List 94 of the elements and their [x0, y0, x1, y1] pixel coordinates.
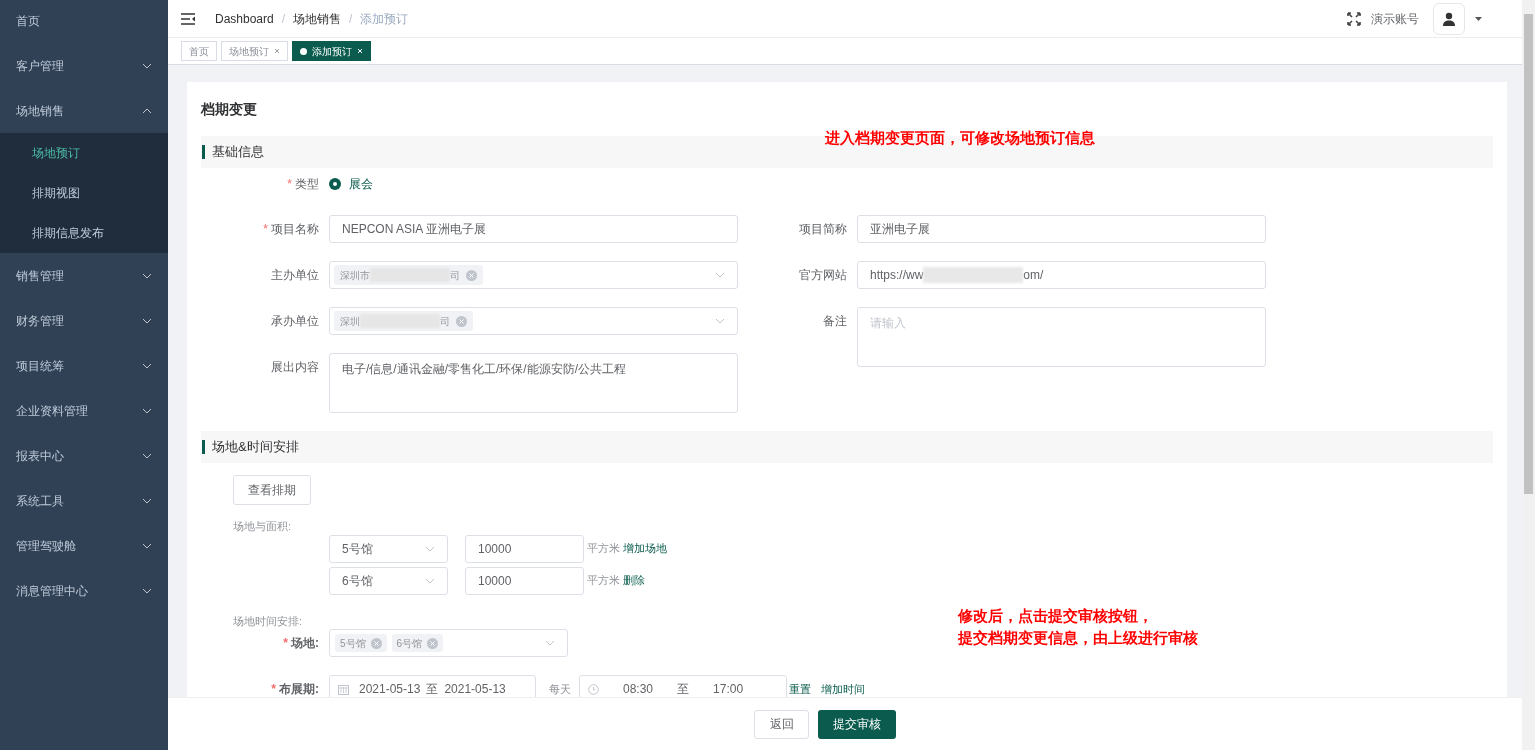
- date-value: 2021-05-13: [359, 681, 421, 697]
- field-label: 项目简称: [799, 221, 847, 238]
- back-button[interactable]: 返回: [754, 709, 809, 739]
- sidebar-item[interactable]: 场地销售: [0, 88, 168, 133]
- tag-text: 5号馆: [340, 636, 366, 651]
- sidebar-item[interactable]: 企业资料管理: [0, 388, 168, 433]
- text-area[interactable]: 电子/信息/通讯金融/零售化工/环保/能源安防/公共工程: [329, 353, 738, 413]
- text-input[interactable]: NEPCON ASIA 亚洲电子展: [329, 215, 738, 243]
- required-mark: *: [271, 681, 276, 697]
- field-label: 场地:: [291, 635, 319, 652]
- required-mark: *: [287, 176, 292, 193]
- number-input[interactable]: 10000: [465, 534, 584, 563]
- tag-text: 深圳: [340, 314, 360, 329]
- field-label: 承办单位: [271, 313, 319, 330]
- radio-label: 展会: [349, 176, 373, 193]
- section-marker: [202, 440, 205, 454]
- avatar-button[interactable]: [1433, 2, 1465, 35]
- select-field[interactable]: 5号馆: [329, 534, 448, 563]
- text-input[interactable]: 亚洲电子展: [857, 215, 1266, 243]
- tag-text: 深圳市: [340, 268, 370, 283]
- action-link[interactable]: 增加时间: [821, 680, 865, 697]
- sidebar-item[interactable]: 项目统筹: [0, 343, 168, 388]
- breadcrumb-separator: /: [281, 10, 286, 28]
- unit-label: 平方米: [587, 573, 620, 589]
- sidebar-subitem[interactable]: 场地预订: [0, 133, 168, 173]
- date-value: 2021-05-13: [444, 681, 506, 697]
- daily-label: 每天: [549, 681, 571, 697]
- breadcrumb-separator: /: [349, 10, 353, 28]
- clock-icon: [588, 683, 599, 695]
- chevron-down-icon: [715, 318, 725, 324]
- radio-button[interactable]: [329, 178, 341, 190]
- field-label: 主办单位: [271, 267, 319, 284]
- sidebar-item[interactable]: 客户管理: [0, 43, 168, 88]
- annotation-text: 进入档期变更页面，可修改场地预订信息: [825, 129, 1095, 148]
- chevron-down-icon: [715, 272, 725, 278]
- chevron-down-icon: [545, 640, 555, 646]
- field-label: 类型: [295, 176, 319, 193]
- field-label: 布展期:: [279, 681, 319, 697]
- breadcrumb-item: 添加预订: [360, 10, 409, 28]
- caret-icon[interactable]: [1475, 16, 1482, 21]
- number-input[interactable]: 10000: [465, 566, 584, 595]
- select-field[interactable]: 6号馆: [329, 566, 448, 595]
- annotation-text: 修改后，点击提交审核按钮， 提交档期变更信息，由上级进行审核: [958, 607, 1198, 648]
- sidebar-subitem[interactable]: 排期信息发布: [0, 213, 168, 253]
- sidebar-item[interactable]: 销售管理: [0, 253, 168, 298]
- user-icon: [1442, 11, 1456, 26]
- submit-button[interactable]: 提交审核: [818, 709, 896, 739]
- text-input[interactable]: https://ww om/: [857, 261, 1266, 289]
- required-mark: *: [263, 221, 268, 238]
- tag-text: 司: [440, 314, 450, 329]
- sidebar-item[interactable]: 报表中心: [0, 433, 168, 478]
- view-schedule-button[interactable]: 查看排期: [233, 475, 311, 505]
- action-link[interactable]: 增加场地: [623, 540, 667, 557]
- action-link[interactable]: 重置: [789, 680, 811, 697]
- sidebar-subitem[interactable]: 排期视图: [0, 173, 168, 213]
- menu-icon[interactable]: [181, 12, 195, 25]
- sidebar-item[interactable]: 管理驾驶舱: [0, 523, 168, 568]
- range-separator: 至: [677, 681, 690, 697]
- sidebar-item[interactable]: 首页: [0, 0, 168, 43]
- tab[interactable]: 首页: [181, 41, 217, 61]
- tag-text: 6号馆: [396, 636, 423, 651]
- scrollbar[interactable]: [1522, 0, 1535, 750]
- fullscreen-icon[interactable]: [1347, 11, 1361, 26]
- required-mark: *: [283, 635, 288, 652]
- group-label: 场地与面积:: [233, 519, 292, 534]
- field-label: 项目名称: [271, 221, 319, 238]
- chevron-down-icon: [425, 545, 435, 552]
- range-separator: 至: [426, 681, 439, 697]
- field-label: 备注: [823, 313, 847, 330]
- section-marker: [202, 145, 205, 159]
- tag-text: 司: [450, 268, 460, 283]
- field-label: 官方网站: [799, 267, 847, 284]
- input-value: https://ww: [870, 267, 924, 284]
- group-label: 场地时间安排:: [233, 613, 303, 629]
- sidebar-item[interactable]: 系统工具: [0, 478, 168, 523]
- action-link[interactable]: 删除: [623, 572, 645, 589]
- unit-label: 平方米: [587, 541, 620, 557]
- page-title: 档期变更: [201, 100, 258, 119]
- sidebar-item[interactable]: 消息管理中心: [0, 568, 168, 613]
- input-value: om/: [1023, 267, 1044, 284]
- sidebar-item[interactable]: 财务管理: [0, 298, 168, 343]
- account-name[interactable]: 演示账号: [1371, 9, 1419, 28]
- calendar-icon: [338, 683, 349, 695]
- breadcrumb-item[interactable]: 场地销售: [293, 9, 342, 28]
- time-value: 17:00: [713, 681, 744, 697]
- time-value: 08:30: [623, 681, 654, 697]
- section-title: 场地&时间安排: [212, 438, 299, 457]
- field-label: 展出内容: [271, 359, 319, 376]
- radio-option[interactable]: 展会: [329, 175, 373, 193]
- chevron-down-icon: [425, 577, 435, 584]
- breadcrumb-item[interactable]: Dashboard: [215, 9, 274, 28]
- section-title: 基础信息: [212, 143, 264, 162]
- tab[interactable]: 添加预订: [292, 41, 371, 61]
- tab[interactable]: 场地预订: [221, 41, 288, 61]
